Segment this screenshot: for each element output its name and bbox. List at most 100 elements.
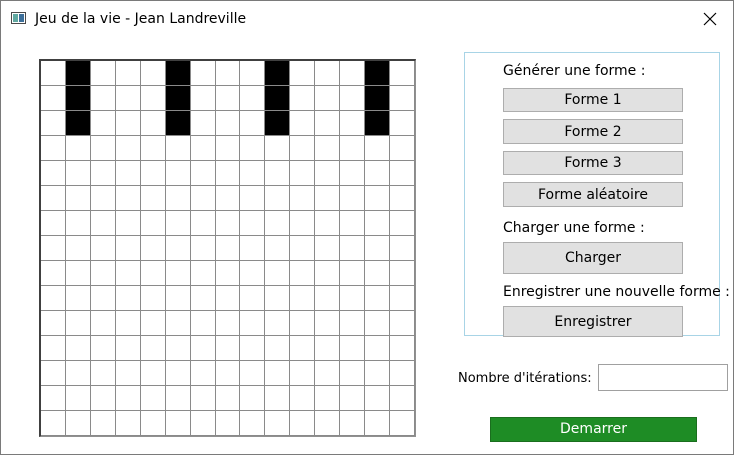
grid-cell[interactable]: [90, 261, 116, 286]
grid-cell[interactable]: [65, 261, 91, 286]
grid-cell[interactable]: [165, 186, 191, 211]
grid-cell[interactable]: [140, 386, 166, 411]
grid-cell[interactable]: [240, 236, 266, 261]
grid-cell[interactable]: [65, 286, 91, 311]
grid-cell[interactable]: [115, 161, 141, 186]
grid-cell[interactable]: [140, 236, 166, 261]
grid-cell[interactable]: [315, 361, 341, 386]
grid-cell[interactable]: [90, 111, 116, 136]
grid-cell[interactable]: [140, 286, 166, 311]
grid-cell[interactable]: [215, 386, 241, 411]
grid-cell[interactable]: [390, 386, 415, 411]
grid-cell[interactable]: [290, 386, 316, 411]
grid-cell[interactable]: [140, 61, 166, 86]
grid-cell[interactable]: [390, 61, 415, 86]
form-3-button[interactable]: Forme 3: [503, 151, 683, 175]
grid-cell[interactable]: [240, 386, 266, 411]
grid-cell[interactable]: [190, 261, 216, 286]
grid-cell[interactable]: [290, 186, 316, 211]
grid-cell[interactable]: [165, 361, 191, 386]
grid-cell[interactable]: [390, 286, 415, 311]
grid-cell[interactable]: [115, 286, 141, 311]
grid-cell[interactable]: [240, 136, 266, 161]
grid-cell[interactable]: [265, 186, 291, 211]
grid-cell[interactable]: [140, 211, 166, 236]
grid-cell[interactable]: [365, 311, 391, 336]
grid-cell-alive[interactable]: [65, 86, 91, 111]
grid-cell[interactable]: [215, 211, 241, 236]
grid-cell[interactable]: [290, 286, 316, 311]
grid-cell[interactable]: [365, 386, 391, 411]
grid-cell-alive[interactable]: [265, 111, 291, 136]
grid-cell[interactable]: [165, 236, 191, 261]
grid-cell[interactable]: [115, 111, 141, 136]
grid-cell[interactable]: [190, 136, 216, 161]
grid-cell[interactable]: [90, 411, 116, 436]
grid-cell-alive[interactable]: [365, 111, 391, 136]
life-grid[interactable]: [39, 59, 416, 437]
grid-cell[interactable]: [190, 361, 216, 386]
load-button[interactable]: Charger: [503, 242, 683, 274]
grid-cell[interactable]: [65, 361, 91, 386]
grid-cell[interactable]: [215, 186, 241, 211]
grid-cell[interactable]: [115, 311, 141, 336]
grid-cell[interactable]: [215, 261, 241, 286]
grid-cell[interactable]: [340, 136, 366, 161]
grid-cell[interactable]: [340, 336, 366, 361]
grid-cell[interactable]: [390, 261, 415, 286]
grid-cell[interactable]: [90, 136, 116, 161]
grid-cell[interactable]: [240, 361, 266, 386]
grid-cell[interactable]: [165, 261, 191, 286]
grid-cell[interactable]: [390, 236, 415, 261]
grid-cell[interactable]: [390, 211, 415, 236]
grid-cell-alive[interactable]: [365, 61, 391, 86]
grid-cell[interactable]: [41, 186, 66, 211]
grid-cell[interactable]: [65, 311, 91, 336]
grid-cell[interactable]: [290, 111, 316, 136]
iterations-input[interactable]: [598, 364, 728, 391]
grid-cell[interactable]: [265, 261, 291, 286]
grid-cell[interactable]: [390, 411, 415, 436]
grid-cell[interactable]: [365, 211, 391, 236]
grid-cell[interactable]: [90, 311, 116, 336]
grid-cell[interactable]: [165, 136, 191, 161]
grid-cell-alive[interactable]: [365, 86, 391, 111]
grid-cell[interactable]: [165, 286, 191, 311]
grid-cell[interactable]: [41, 211, 66, 236]
grid-cell[interactable]: [315, 211, 341, 236]
grid-cell-alive[interactable]: [165, 111, 191, 136]
close-button[interactable]: [687, 1, 733, 37]
grid-cell[interactable]: [140, 411, 166, 436]
grid-cell[interactable]: [165, 386, 191, 411]
grid-cell[interactable]: [365, 361, 391, 386]
grid-cell[interactable]: [365, 136, 391, 161]
grid-cell[interactable]: [41, 311, 66, 336]
grid-cell[interactable]: [115, 236, 141, 261]
grid-cell[interactable]: [65, 211, 91, 236]
grid-cell-alive[interactable]: [265, 61, 291, 86]
grid-cell[interactable]: [290, 236, 316, 261]
grid-cell[interactable]: [315, 386, 341, 411]
grid-cell[interactable]: [65, 136, 91, 161]
grid-cell[interactable]: [140, 186, 166, 211]
grid-cell[interactable]: [65, 161, 91, 186]
grid-cell[interactable]: [265, 386, 291, 411]
grid-cell[interactable]: [240, 186, 266, 211]
grid-cell[interactable]: [65, 236, 91, 261]
save-button[interactable]: Enregistrer: [503, 306, 683, 337]
grid-cell[interactable]: [390, 86, 415, 111]
grid-cell[interactable]: [41, 111, 66, 136]
grid-cell[interactable]: [190, 111, 216, 136]
grid-cell-alive[interactable]: [65, 61, 91, 86]
grid-cell[interactable]: [215, 311, 241, 336]
grid-cell[interactable]: [115, 186, 141, 211]
grid-cell[interactable]: [90, 86, 116, 111]
grid-cell[interactable]: [165, 336, 191, 361]
grid-cell[interactable]: [90, 186, 116, 211]
grid-cell[interactable]: [290, 361, 316, 386]
grid-cell[interactable]: [265, 286, 291, 311]
grid-cell[interactable]: [41, 361, 66, 386]
grid-cell[interactable]: [215, 136, 241, 161]
grid-cell[interactable]: [215, 361, 241, 386]
grid-cell[interactable]: [340, 161, 366, 186]
